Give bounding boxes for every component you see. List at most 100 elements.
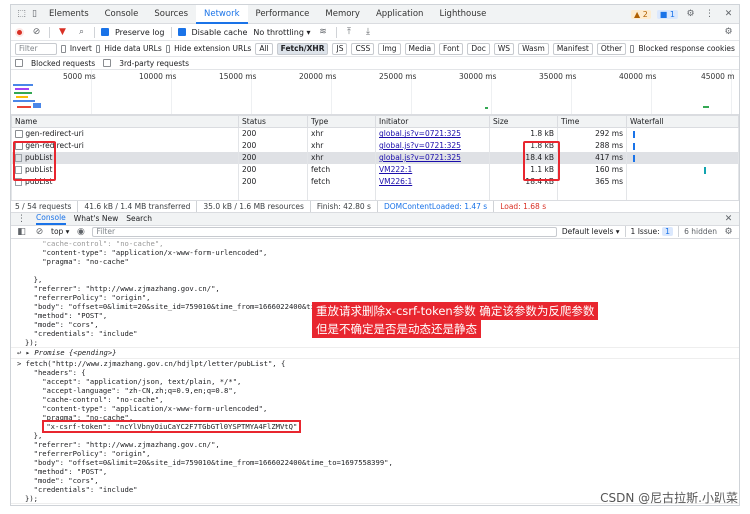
highlight-box-names [13,141,56,181]
table-row[interactable]: pubList 200 fetch VM222:1 1.1 kB 160 ms [11,163,739,176]
row-time: 365 ms [557,175,627,188]
row-size: 1.8 kB [489,127,558,140]
tab-application[interactable]: Application [368,5,432,24]
console-line: "referrerPolicy": "origin", [25,292,151,302]
type-chip-img[interactable]: Img [378,42,401,55]
finish-time: Finish: 42.80 s [316,201,371,211]
filter-bar: Filter Invert Hide data URLs Hide extens… [11,41,739,57]
type-chip-css[interactable]: CSS [351,42,375,55]
disable-cache-checkbox[interactable] [177,28,186,36]
timeline-bar [14,92,32,94]
drawer-close-icon[interactable]: ✕ [722,212,735,225]
drawer-tab-whats-new[interactable]: What's New [74,214,118,223]
type-chip-media[interactable]: Media [404,42,436,55]
hide-data-urls-checkbox[interactable] [95,44,101,53]
search-icon[interactable]: ⌕ [75,26,88,39]
eye-icon[interactable]: ◉ [74,225,87,238]
promise-result[interactable]: ↩ ▸ Promise {<pending>} [11,346,739,359]
sidebar-toggle-icon[interactable]: ◧ [15,225,28,238]
gear-icon[interactable]: ⚙ [684,8,697,21]
tab-performance[interactable]: Performance [248,5,318,24]
tab-console[interactable]: Console [97,5,147,24]
upload-icon[interactable]: ⤒ [343,26,356,39]
record-icon[interactable] [15,27,24,37]
table-empty-row [11,187,739,200]
tab-memory[interactable]: Memory [317,5,368,24]
divider [94,26,95,38]
throttling-select[interactable]: No throttling ▾ [253,28,310,37]
console-line: "referrer": "http://www.zjmazhang.gov.cn… [25,283,220,293]
table-row[interactable]: gen-redirect-uri 200 xhr global.js?v=072… [11,139,739,152]
download-icon[interactable]: ⤓ [362,26,375,39]
type-chip-fetch-xhr[interactable]: Fetch/XHR [276,42,329,55]
type-chip-ws[interactable]: WS [493,42,515,55]
row-initiator-link[interactable]: global.js?v=0721:325 [379,153,461,162]
throttling-value: No throttling [253,27,304,37]
type-chip-js[interactable]: JS [332,42,348,55]
col-header-size[interactable]: Size [489,115,558,128]
settings-icon[interactable]: ⚙ [722,26,735,39]
preserve-log-checkbox[interactable] [101,28,109,36]
col-header-time[interactable]: Time [557,115,627,128]
device-toggle-icon[interactable]: ▯ [28,8,41,21]
load-time: Load: 1.68 s [500,201,547,211]
row-status: 200 [238,175,308,188]
waterfall-bar [633,130,635,138]
warning-badge[interactable]: ▲ 2 [631,9,651,19]
levels-select[interactable]: Default levels ▾ [562,227,620,236]
table-row[interactable]: pubList 200 xhr global.js?v=0721:325 18.… [11,151,739,164]
hide-ext-urls-checkbox[interactable] [165,44,171,53]
invert-checkbox[interactable] [61,44,66,53]
console-filter-input[interactable]: Filter [92,226,557,237]
type-chip-other[interactable]: Other [596,42,627,55]
context-select[interactable]: top ▾ [51,227,69,236]
filter-input[interactable]: Filter [15,42,58,55]
row-checkbox[interactable] [15,130,23,139]
tab-lighthouse[interactable]: Lighthouse [431,5,494,24]
row-initiator-link[interactable]: VM226:1 [379,177,412,186]
row-type: xhr [307,127,376,140]
wifi-icon[interactable]: ≋ [317,26,330,39]
table-row[interactable]: pubList 200 fetch VM226:1 18.4 kB 365 ms [11,175,739,188]
col-header-waterfall[interactable]: Waterfall [626,115,739,128]
timeline-tick: 25000 ms [379,72,417,81]
row-initiator-link[interactable]: VM222:1 [379,165,412,174]
filter-icon[interactable]: ▼ [56,26,69,39]
type-chip-doc[interactable]: Doc [467,42,490,55]
clear-icon[interactable]: ⊘ [30,26,43,39]
tab-elements[interactable]: Elements [41,5,97,24]
col-header-type[interactable]: Type [307,115,376,128]
info-badge[interactable]: ■ 1 [656,9,678,19]
issues-link[interactable]: 1 Issue: 1 [631,227,674,236]
drawer-tab-search[interactable]: Search [126,214,152,223]
blocked-requests-checkbox[interactable] [15,59,23,67]
table-row[interactable]: gen-redirect-uri 200 xhr global.js?v=072… [11,127,739,140]
row-initiator-link[interactable]: global.js?v=0721:325 [379,141,461,150]
blocked-cookies-checkbox[interactable] [630,44,635,53]
drawer-menu-icon[interactable]: ⋮ [15,212,28,225]
close-icon[interactable]: ✕ [722,8,735,21]
col-header-name[interactable]: Name [11,115,239,128]
warning-count: 2 [642,9,648,19]
drawer-tab-console[interactable]: Console [36,213,66,225]
context-value: top [51,227,64,236]
more-menu-icon[interactable]: ⋮ [703,8,716,21]
waterfall-bar [704,166,706,174]
type-chip-font[interactable]: Font [439,42,464,55]
type-chip-all[interactable]: All [255,42,273,55]
row-time: 417 ms [557,151,627,164]
inspect-icon[interactable]: ⬚ [15,8,28,21]
row-initiator-link[interactable]: global.js?v=0721:325 [379,129,461,138]
console-settings-icon[interactable]: ⚙ [722,225,735,238]
col-header-initiator[interactable]: Initiator [375,115,490,128]
type-chip-manifest[interactable]: Manifest [552,42,593,55]
type-chip-wasm[interactable]: Wasm [518,42,549,55]
console-line: "method": "POST", [25,466,108,476]
col-header-status[interactable]: Status [238,115,308,128]
tab-sources[interactable]: Sources [146,5,196,24]
row-status: 200 [238,151,308,164]
console-clear-icon[interactable]: ⊘ [33,225,46,238]
third-party-checkbox[interactable] [103,59,112,67]
timeline-overview[interactable]: 5000 ms 10000 ms 15000 ms 20000 ms 25000… [11,70,739,115]
tab-network[interactable]: Network [196,5,248,24]
